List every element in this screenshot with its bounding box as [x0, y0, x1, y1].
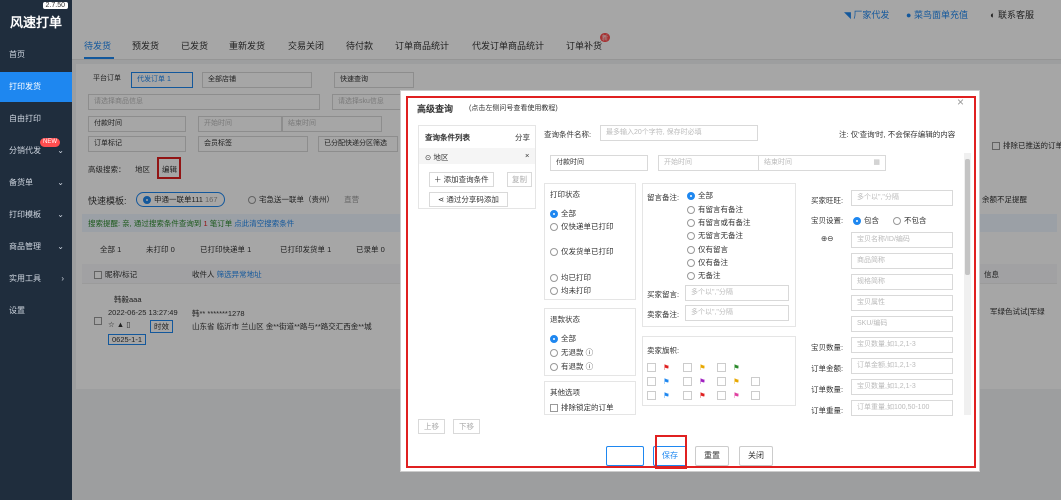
- weight-input[interactable]: 订单重量,如100,50-100: [851, 400, 953, 416]
- app-logo: 风速打单 2.7.50: [0, 0, 72, 36]
- move-up-button[interactable]: 上移: [418, 419, 445, 434]
- flag-icon: ⚑: [699, 377, 706, 386]
- buyer-ww-input[interactable]: 多个以","分隔: [851, 190, 953, 206]
- flag-icon: ⚑: [663, 377, 670, 386]
- flag-option[interactable]: [683, 391, 692, 400]
- item-field-2[interactable]: 规格简称: [851, 274, 953, 290]
- sidebar-item-free-print[interactable]: 自由打印: [0, 104, 72, 134]
- add-condition-button[interactable]: ＋ 添加查询条件: [429, 172, 494, 187]
- pay-time-select[interactable]: 付款时间: [550, 155, 648, 171]
- refund-yes-radio[interactable]: 有退款 ⓘ: [550, 361, 593, 372]
- chevron-down-icon: ⌄: [57, 146, 64, 155]
- other-options-panel: 其他选项 排除锁定的订单: [544, 381, 636, 415]
- count-input[interactable]: 宝贝数量,如1,2,1-3: [851, 379, 953, 395]
- flag-option[interactable]: [717, 377, 726, 386]
- flag-option[interactable]: [647, 363, 656, 372]
- sidebar-item-stock[interactable]: 备货单 ⌄: [0, 168, 72, 198]
- chevron-down-icon: ⌄: [57, 210, 64, 219]
- flag-icon: ⚑: [663, 391, 670, 400]
- remark-panel: 留言备注: 全部 有留言有备注 有留言或有备注 无留言无备注 仅有留言 仅有备注…: [642, 183, 796, 327]
- remove-icon: ×: [525, 151, 530, 160]
- flag-icon: ⚑: [699, 363, 706, 372]
- reset-button[interactable]: 重置: [695, 446, 729, 466]
- move-down-button[interactable]: 下移: [453, 419, 480, 434]
- sidebar-item-tools[interactable]: 实用工具 ›: [0, 264, 72, 294]
- add-remove-icon[interactable]: ⊕⊖: [821, 234, 834, 243]
- condition-list: 查询条件列表 分享 ⊙ 地区 × ＋ 添加查询条件 复制 ⋖ 通过分享码添加: [418, 125, 536, 209]
- qty-input[interactable]: 宝贝数量,如1,2,1-3: [851, 337, 953, 353]
- exclude-radio[interactable]: 不包含: [893, 215, 927, 226]
- print-both-radio[interactable]: 均已打印: [550, 272, 591, 283]
- remark-all-radio[interactable]: 全部: [687, 190, 713, 201]
- item-field-0[interactable]: 宝贝名称/ID/编码: [851, 232, 953, 248]
- close-button[interactable]: 关闭: [739, 446, 773, 466]
- condition-name-input[interactable]: 最多输入20个字符, 保存时必填: [600, 125, 758, 141]
- calendar-icon: ▦: [873, 159, 880, 166]
- flag-option[interactable]: [717, 363, 726, 372]
- flag-option[interactable]: [717, 391, 726, 400]
- share-link[interactable]: 分享: [515, 132, 530, 143]
- scrollbar-thumb[interactable]: [965, 159, 970, 275]
- note-text: 注: 仅'查询'时, 不会保存编辑的内容: [839, 130, 956, 139]
- buyer-msg-input[interactable]: 多个以","分隔: [685, 285, 789, 301]
- chevron-right-icon: ›: [61, 274, 64, 283]
- sidebar-item-print-ship[interactable]: 打印发货: [0, 72, 72, 102]
- amount-input[interactable]: 订单金额,如1,2,1-3: [851, 358, 953, 374]
- query-button[interactable]: 查询: [606, 446, 644, 466]
- condition-item-region[interactable]: ⊙ 地区 ×: [419, 148, 535, 164]
- print-status-panel: 打印状态 全部 仅快递单已打印 仅发货单已打印 均已打印 均未打印: [544, 183, 636, 300]
- print-ship-radio[interactable]: 仅发货单已打印: [550, 246, 614, 257]
- modal-subtitle: (点击左侧问号查看使用教程): [469, 105, 558, 112]
- scrollbar[interactable]: [964, 153, 971, 415]
- sidebar-item-distribution[interactable]: 分销代发 NEW ⌄: [0, 136, 72, 166]
- end-time-input[interactable]: 结束时间 ▦: [758, 155, 886, 171]
- item-field-4[interactable]: SKU/编码: [851, 316, 953, 332]
- flag-option[interactable]: [647, 377, 656, 386]
- sidebar-item-products[interactable]: 商品管理 ⌄: [0, 232, 72, 262]
- sidebar-item-settings[interactable]: 设置: [0, 296, 72, 326]
- version-badge: 2.7.50: [42, 2, 68, 9]
- include-radio[interactable]: 包含: [853, 215, 879, 226]
- share-code-button[interactable]: ⋖ 通过分享码添加: [429, 192, 508, 207]
- flag-option[interactable]: [751, 391, 760, 400]
- flag-option[interactable]: [647, 391, 656, 400]
- flag-option[interactable]: [683, 363, 692, 372]
- print-all-radio[interactable]: 全部: [550, 208, 576, 219]
- flag-icon: ⚑: [699, 391, 706, 400]
- close-icon[interactable]: ×: [957, 95, 964, 109]
- exclude-locked-check[interactable]: 排除锁定的订单: [550, 402, 614, 413]
- seller-note-input[interactable]: 多个以","分隔: [685, 305, 789, 321]
- print-none-radio[interactable]: 均未打印: [550, 285, 591, 296]
- sidebar: 风速打单 2.7.50 首页 打印发货 自由打印 分销代发 NEW ⌄ 备货单 ⌄ 打印…: [0, 0, 72, 500]
- flag-option[interactable]: [751, 377, 760, 386]
- item-field-1[interactable]: 商品简称: [851, 253, 953, 269]
- flag-icon: ⚑: [663, 363, 670, 372]
- flag-icon: ⚑: [733, 377, 740, 386]
- seller-flag-panel: 卖家旗帜: ⚑ ⚑ ⚑ ⚑ ⚑ ⚑ ⚑ ⚑ ⚑: [642, 336, 796, 406]
- name-label: 查询条件名称:: [544, 130, 592, 139]
- copy-button[interactable]: 复制: [507, 172, 532, 187]
- print-express-radio[interactable]: 仅快递单已打印: [550, 221, 614, 232]
- modal-title: 高级查询: [417, 104, 454, 114]
- advanced-query-modal: 高级查询 (点击左侧问号查看使用教程) × 查询条件列表 分享 ⊙ 地区 × ＋…: [400, 90, 980, 472]
- highlight-save: [655, 435, 687, 469]
- refund-all-radio[interactable]: 全部: [550, 333, 576, 344]
- sidebar-item-home[interactable]: 首页: [0, 40, 72, 70]
- flag-icon: ⚑: [733, 391, 740, 400]
- refund-status-panel: 退款状态 全部 无退款 ⓘ 有退款 ⓘ: [544, 308, 636, 376]
- sidebar-item-templates[interactable]: 打印模板 ⌄: [0, 200, 72, 230]
- flag-icon: ⚑: [733, 363, 740, 372]
- start-time-input[interactable]: 开始时间: [658, 155, 758, 171]
- chevron-down-icon: ⌄: [57, 242, 64, 251]
- flag-option[interactable]: [683, 377, 692, 386]
- item-field-3[interactable]: 宝贝属性: [851, 295, 953, 311]
- chevron-down-icon: ⌄: [57, 178, 64, 187]
- refund-none-radio[interactable]: 无退款 ⓘ: [550, 347, 593, 358]
